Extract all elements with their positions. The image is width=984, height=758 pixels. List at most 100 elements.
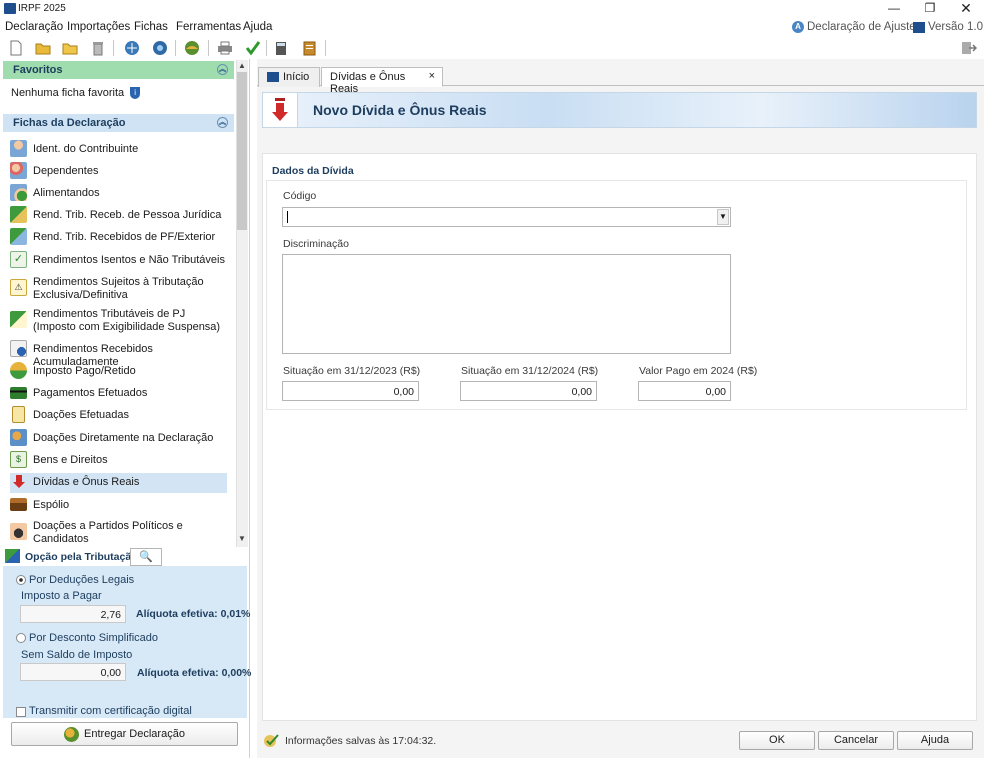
ficha-label: Rend. Trib. Recebidos de PF/Exterior: [33, 231, 216, 243]
ficha-label: Rend. Trib. Receb. de Pessoa Jurídica: [33, 209, 222, 221]
menu-fichas[interactable]: Fichas: [134, 21, 168, 33]
sit2024-label: Situação em 31/12/2024 (R$): [461, 365, 599, 377]
deliver-globe-icon[interactable]: [183, 39, 201, 57]
exclusive-tax-icon: ⚠: [10, 279, 27, 296]
version-indicator: Versão 1.0: [913, 21, 983, 33]
toolbar-separator: [113, 40, 114, 56]
codigo-select[interactable]: ▼: [282, 207, 731, 227]
fichas-header[interactable]: Fichas da Declaração ︽: [3, 114, 234, 132]
ficha-label: Bens e Direitos: [33, 454, 108, 466]
toolbar-separator: [208, 40, 209, 56]
collapse-fichas-icon[interactable]: ︽: [217, 117, 228, 128]
calculator-icon[interactable]: [272, 39, 290, 57]
open-folder-icon[interactable]: [34, 39, 52, 57]
tax-paid-icon: [10, 362, 27, 379]
sit2023-input[interactable]: 0,00: [282, 381, 419, 401]
collapse-favorites-icon[interactable]: ︽: [217, 64, 228, 75]
exit-icon[interactable]: [960, 39, 978, 57]
ficha-rend-pj[interactable]: Rend. Trib. Receb. de Pessoa Jurídica: [10, 206, 227, 226]
ficha-dependentes[interactable]: Dependentes: [10, 162, 227, 182]
ficha-bens-direitos[interactable]: $ Bens e Direitos: [10, 451, 227, 471]
radio-desconto-simplificado[interactable]: [16, 633, 26, 643]
transmit-icon[interactable]: [123, 39, 141, 57]
cert-digital-checkbox[interactable]: [16, 707, 26, 717]
ficha-doacoes-partidos[interactable]: Doações a Partidos Políticos e Candidato…: [10, 517, 227, 547]
donations-icon: [12, 406, 25, 423]
entregar-label: Entregar Declaração: [84, 728, 185, 740]
ficha-doacoes-diretas[interactable]: Doações Diretamente na Declaração: [10, 429, 227, 449]
print-icon[interactable]: [216, 39, 234, 57]
menu-ferramentas[interactable]: Ferramentas: [176, 21, 241, 33]
payments-icon: [10, 387, 27, 399]
status-text: Informações salvas às 17:04:32.: [285, 735, 437, 747]
report-icon[interactable]: [300, 39, 318, 57]
discriminacao-textarea[interactable]: [282, 254, 731, 354]
valor-pago-input[interactable]: 0,00: [638, 381, 731, 401]
favorites-empty-text: Nenhuma ficha favorita: [11, 87, 125, 99]
dependents-icon: [10, 162, 27, 179]
info-shield-icon: i: [130, 87, 141, 99]
ficha-rend-exclusiva[interactable]: ⚠ Rendimentos Sujeitos à Tributação Excl…: [10, 273, 227, 305]
ficha-label: Dívidas e Ônus Reais: [33, 476, 140, 488]
version-label: Versão 1.0: [928, 21, 983, 33]
menu-importacoes[interactable]: Importações: [67, 21, 130, 33]
cancel-button[interactable]: Cancelar: [818, 731, 894, 750]
fichas-title: Fichas da Declaração: [13, 117, 126, 129]
toolbar-separator: [175, 40, 176, 56]
sit2023-label: Situação em 31/12/2023 (R$): [283, 365, 421, 377]
ficha-ident-contribuinte[interactable]: Ident. do Contribuinte: [10, 140, 227, 160]
irpf-app-icon: [4, 3, 16, 14]
scroll-up-icon[interactable]: ▲: [237, 61, 247, 71]
scroll-thumb[interactable]: [237, 72, 247, 230]
sit2024-input[interactable]: 0,00: [460, 381, 597, 401]
minimize-button[interactable]: —: [876, 0, 912, 18]
radio-deducoes-legais[interactable]: [16, 575, 26, 585]
ficha-label: Dependentes: [33, 165, 99, 177]
political-donations-icon: [10, 523, 27, 540]
chevron-down-icon[interactable]: ▼: [717, 209, 729, 225]
ficha-rend-pf[interactable]: Rend. Trib. Recebidos de PF/Exterior: [10, 228, 227, 248]
verify-icon[interactable]: [244, 39, 262, 57]
receive-icon[interactable]: [151, 39, 169, 57]
toolbar: [0, 37, 984, 59]
income-pf-icon: [10, 228, 27, 245]
search-icon: 🔍: [139, 551, 153, 563]
imposto-pagar-value: 2,76: [20, 605, 126, 623]
income-pj-icon: [10, 206, 27, 223]
tab-inicio[interactable]: Início: [258, 67, 320, 87]
ficha-label: Espólio: [33, 499, 70, 511]
menu-declaracao[interactable]: Declaração: [5, 21, 63, 33]
estate-icon: [10, 498, 27, 511]
person-icon: [10, 140, 27, 157]
entregar-declaracao-button[interactable]: Entregar Declaração: [11, 722, 238, 746]
close-tab-icon[interactable]: ×: [429, 70, 435, 82]
ficha-rend-suspensa[interactable]: Rendimentos Tributáveis de PJ (Imposto c…: [10, 305, 227, 337]
favorites-title: Favoritos: [13, 64, 63, 76]
ficha-dividas-onus[interactable]: Dívidas e Ônus Reais: [10, 473, 227, 493]
favorites-empty: Nenhuma ficha favorita i: [11, 87, 141, 99]
ficha-rend-acumulados[interactable]: Rendimentos Recebidos Acumuladamente: [10, 340, 227, 368]
ok-button[interactable]: OK: [739, 731, 815, 750]
close-window-button[interactable]: ✕: [948, 0, 984, 18]
ficha-alimentandos[interactable]: Alimentandos: [10, 184, 227, 204]
new-file-icon[interactable]: [7, 39, 25, 57]
menu-ajuda[interactable]: Ajuda: [243, 21, 272, 33]
ficha-doacoes[interactable]: Doações Efetuadas: [10, 406, 227, 426]
scroll-down-icon[interactable]: ▼: [237, 534, 247, 544]
discriminacao-label: Discriminação: [283, 238, 349, 250]
alimentandos-icon: [10, 184, 27, 201]
ficha-espolio[interactable]: Espólio: [10, 496, 227, 516]
folder-icon[interactable]: [61, 39, 79, 57]
help-button[interactable]: Ajuda: [897, 731, 973, 750]
trash-icon[interactable]: [89, 39, 107, 57]
favorites-header[interactable]: Favoritos ︽: [3, 61, 234, 79]
tributacao-title: Opção pela Tributação:: [25, 551, 142, 563]
tab-dividas[interactable]: Dívidas e Ônus Reais ×: [321, 67, 443, 95]
ficha-pagamentos[interactable]: Pagamentos Efetuados: [10, 384, 227, 404]
search-tributacao-button[interactable]: 🔍: [130, 548, 162, 566]
version-icon: [913, 21, 925, 33]
menu-bar: Declaração Importações Fichas Ferramenta…: [0, 18, 984, 37]
ficha-imposto-pago[interactable]: Imposto Pago/Retido: [10, 362, 227, 382]
restore-button[interactable]: ❐: [912, 0, 948, 18]
ficha-rend-isentos[interactable]: ✓ Rendimentos Isentos e Não Tributáveis: [10, 251, 227, 271]
